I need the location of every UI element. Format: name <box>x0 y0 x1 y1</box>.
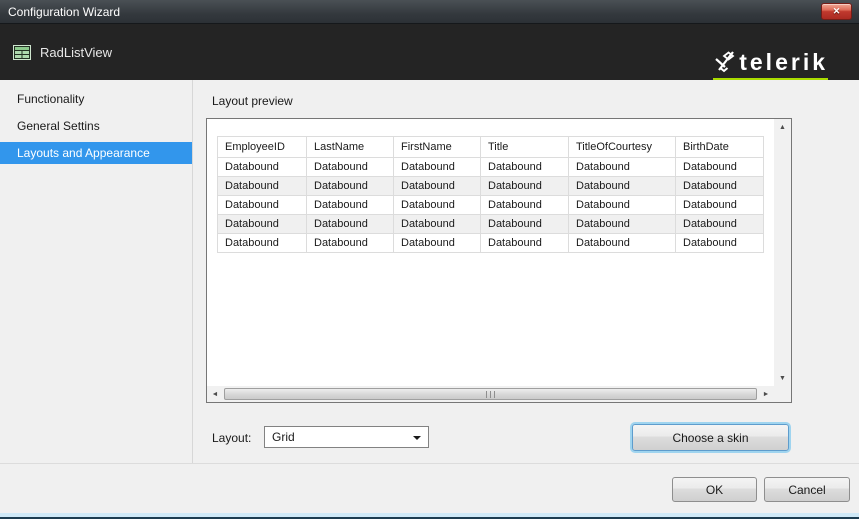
scrollbar-corner <box>774 386 791 402</box>
wizard-header: RadListView telerik <box>0 24 859 80</box>
table-cell: Databound <box>481 215 569 234</box>
table-cell: Databound <box>218 234 307 253</box>
sidebar-item-functionality[interactable]: Functionality <box>0 88 192 110</box>
table-cell: Databound <box>218 177 307 196</box>
layout-dropdown-value: Grid <box>272 430 295 444</box>
horizontal-scrollbar[interactable]: ◄ ► <box>207 386 774 402</box>
layout-preview-label: Layout preview <box>212 94 859 108</box>
table-cell: Databound <box>218 196 307 215</box>
table-cell: Databound <box>569 215 676 234</box>
scroll-down-icon[interactable]: ▼ <box>775 370 791 386</box>
table-cell: Databound <box>307 177 394 196</box>
table-cell: Databound <box>307 196 394 215</box>
footer-bar: OK Cancel <box>0 463 859 513</box>
wizard-step-list: Functionality General Settins Layouts an… <box>0 80 193 463</box>
cancel-button[interactable]: Cancel <box>764 477 850 502</box>
telerik-logo: telerik <box>713 50 828 81</box>
chevron-down-icon <box>413 436 421 440</box>
table-cell: Databound <box>307 158 394 177</box>
table-cell: Databound <box>676 215 764 234</box>
content-panel: Layout preview EmployeeIDLastNameFirstNa… <box>193 80 859 463</box>
table-row: DataboundDataboundDataboundDataboundData… <box>218 234 764 253</box>
window-bottom-border <box>0 513 859 519</box>
layout-label: Layout: <box>212 431 251 445</box>
choose-skin-button[interactable]: Choose a skin <box>632 424 789 451</box>
table-cell: Databound <box>481 234 569 253</box>
scroll-right-icon[interactable]: ► <box>758 387 774 402</box>
column-header: LastName <box>307 137 394 158</box>
configuration-wizard-window: Configuration Wizard ✕ RadListView <box>0 0 859 519</box>
listview-grid-icon <box>13 45 31 60</box>
table-cell: Databound <box>394 234 481 253</box>
control-name-label: RadListView <box>40 45 112 60</box>
scroll-grip-icon <box>486 391 495 398</box>
table-cell: Databound <box>676 196 764 215</box>
table-cell: Databound <box>394 196 481 215</box>
wizard-body: Functionality General Settins Layouts an… <box>0 80 859 463</box>
scroll-left-icon[interactable]: ◄ <box>207 387 223 402</box>
telerik-mark-icon <box>713 50 737 75</box>
table-cell: Databound <box>481 177 569 196</box>
layout-selection-row: Layout: Grid Choose a skin <box>193 424 859 454</box>
table-row: DataboundDataboundDataboundDataboundData… <box>218 177 764 196</box>
table-cell: Databound <box>481 196 569 215</box>
layout-dropdown[interactable]: Grid <box>264 426 429 448</box>
table-cell: Databound <box>569 196 676 215</box>
sidebar-item-general-settings[interactable]: General Settins <box>0 115 192 137</box>
table-cell: Databound <box>307 234 394 253</box>
table-cell: Databound <box>676 177 764 196</box>
close-button[interactable]: ✕ <box>821 3 852 20</box>
sidebar-item-layouts-appearance[interactable]: Layouts and Appearance <box>0 142 192 164</box>
table-cell: Databound <box>569 234 676 253</box>
layout-preview-panel: EmployeeIDLastNameFirstNameTitleTitleOfC… <box>206 118 792 403</box>
table-cell: Databound <box>394 215 481 234</box>
close-icon: ✕ <box>833 7 841 16</box>
table-cell: Databound <box>218 158 307 177</box>
table-row: DataboundDataboundDataboundDataboundData… <box>218 215 764 234</box>
table-cell: Databound <box>307 215 394 234</box>
table-cell: Databound <box>394 177 481 196</box>
column-header: TitleOfCourtesy <box>569 137 676 158</box>
title-bar[interactable]: Configuration Wizard ✕ <box>0 0 859 24</box>
scroll-up-icon[interactable]: ▲ <box>775 119 791 135</box>
column-header: EmployeeID <box>218 137 307 158</box>
table-cell: Databound <box>569 158 676 177</box>
vertical-scrollbar[interactable]: ▲ ▼ <box>774 119 791 386</box>
table-cell: Databound <box>676 234 764 253</box>
table-cell: Databound <box>676 158 764 177</box>
preview-table: EmployeeIDLastNameFirstNameTitleTitleOfC… <box>217 136 764 253</box>
column-header: FirstName <box>394 137 481 158</box>
horizontal-scroll-thumb[interactable] <box>224 388 757 400</box>
preview-table-header-row: EmployeeIDLastNameFirstNameTitleTitleOfC… <box>218 137 764 158</box>
column-header: BirthDate <box>676 137 764 158</box>
table-row: DataboundDataboundDataboundDataboundData… <box>218 196 764 215</box>
horizontal-scroll-track[interactable] <box>223 386 758 402</box>
telerik-wordmark: telerik <box>739 51 828 74</box>
table-cell: Databound <box>394 158 481 177</box>
window-title: Configuration Wizard <box>8 5 120 19</box>
table-cell: Databound <box>481 158 569 177</box>
column-header: Title <box>481 137 569 158</box>
table-cell: Databound <box>569 177 676 196</box>
table-row: DataboundDataboundDataboundDataboundData… <box>218 158 764 177</box>
ok-button[interactable]: OK <box>672 477 757 502</box>
table-cell: Databound <box>218 215 307 234</box>
